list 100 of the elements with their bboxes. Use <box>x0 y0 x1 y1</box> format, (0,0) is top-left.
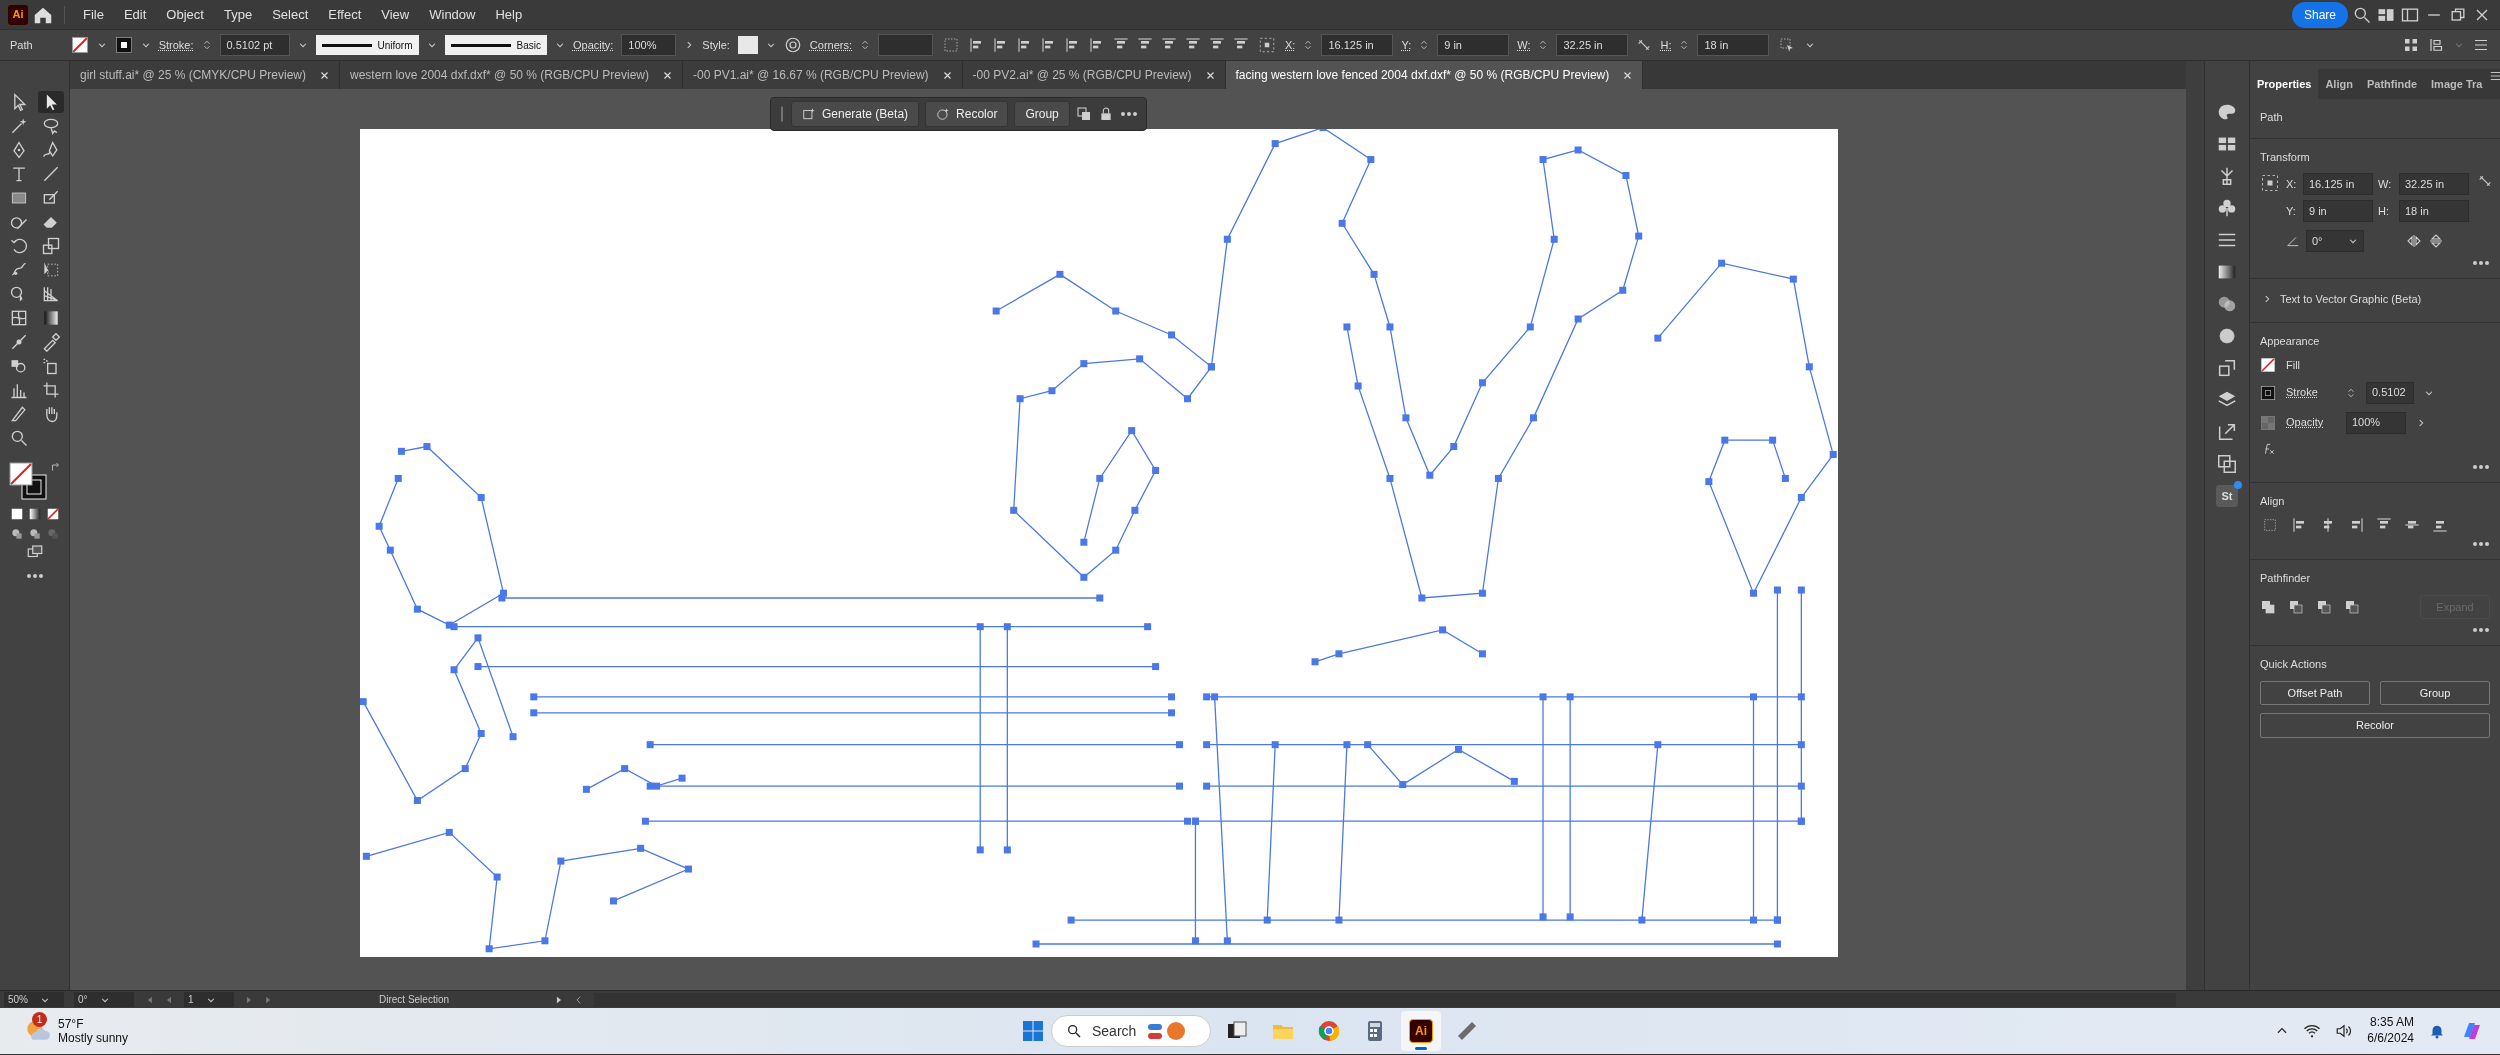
more-options-icon[interactable] <box>2472 541 2490 547</box>
menu-item[interactable]: Object <box>158 2 212 27</box>
context-button[interactable]: Recolor <box>925 101 1009 127</box>
horizontal-scrollbar[interactable] <box>594 992 2176 1007</box>
stroke-swatch-icon[interactable] <box>114 36 133 54</box>
rotate-angle-field[interactable]: 0° <box>2306 230 2364 252</box>
menu-item[interactable]: Type <box>215 2 261 27</box>
graphic-style-swatch[interactable] <box>737 36 758 54</box>
menu-item[interactable]: Select <box>264 2 317 27</box>
close-icon[interactable] <box>320 70 330 80</box>
menu-item[interactable]: File <box>75 2 112 27</box>
close-icon[interactable] <box>1623 70 1633 80</box>
x-field[interactable]: 16.125 in <box>2303 173 2373 195</box>
more-options-icon[interactable] <box>2472 463 2490 470</box>
document-tab[interactable]: -00 PV2.ai* @ 25 % (RGB/CPU Preview) <box>962 61 1226 89</box>
document-tab[interactable]: western love 2004 dxf.dxf* @ 50 % (RGB/CPU Preview) <box>340 61 683 89</box>
artboard-dropdown[interactable]: 1 <box>184 992 234 1007</box>
panel-tab[interactable]: Image Tra <box>2424 69 2490 99</box>
menu-item[interactable]: Effect <box>320 2 370 27</box>
intersect-icon[interactable] <box>2316 598 2332 615</box>
h-field[interactable]: 18 in <box>2399 200 2469 222</box>
asset-export-icon[interactable] <box>2216 357 2238 379</box>
y-field[interactable]: 9 in <box>1437 34 1510 56</box>
swap-arrows-icon[interactable] <box>49 461 62 473</box>
menu-icon[interactable] <box>2489 69 2500 83</box>
y-field[interactable]: 9 in <box>2303 200 2373 222</box>
share-button[interactable]: Share <box>2291 1 2348 28</box>
stroke-weight-field[interactable]: 0.5102 <box>2366 381 2414 404</box>
panel-tab[interactable]: Properties <box>2250 69 2319 99</box>
none-mode-icon[interactable] <box>45 507 60 521</box>
arrange-icon[interactable] <box>2402 36 2420 54</box>
fill-swatch-icon[interactable] <box>70 36 89 54</box>
unlink-icon[interactable] <box>2477 173 2493 189</box>
quick-action-button[interactable]: Recolor <box>2260 713 2490 738</box>
panel-tab[interactable]: Pathfinde <box>2359 69 2425 99</box>
gradient-mode-icon[interactable] <box>27 507 42 521</box>
flip-horizontal-icon[interactable] <box>2406 233 2422 249</box>
stroke-swatch-icon[interactable] <box>2260 384 2276 401</box>
more-options-icon[interactable] <box>2472 627 2490 633</box>
close-icon[interactable] <box>942 70 952 80</box>
width-field[interactable]: 32.25 in <box>1556 34 1629 56</box>
fill-stroke-swatch-icon[interactable] <box>7 461 48 501</box>
quick-action-button[interactable]: Offset Path <box>2260 680 2370 705</box>
stroke-weight-field[interactable]: 0.5102 pt <box>219 34 290 56</box>
height-field[interactable]: 18 in <box>1697 34 1770 56</box>
grip-icon[interactable] <box>779 105 785 123</box>
recolor-icon[interactable] <box>783 36 802 54</box>
minus-front-icon[interactable] <box>2288 598 2304 615</box>
unlink-icon[interactable] <box>1636 37 1653 53</box>
document-tab[interactable]: facing western love fenced 2004 dxf.dxf* @ 50 % (RGB/CPU Preview) <box>1225 61 1644 89</box>
windows-start-icon[interactable] <box>1021 1019 1045 1043</box>
context-button[interactable]: Generate (Beta) <box>791 101 920 127</box>
unite-icon[interactable] <box>2260 598 2276 615</box>
artboards-icon[interactable] <box>2216 453 2238 475</box>
close-icon[interactable] <box>1205 70 1215 80</box>
export-arrow-icon[interactable] <box>2216 421 2238 443</box>
brush-definition-dropdown[interactable]: Basic <box>444 35 547 55</box>
menu-item[interactable]: Help <box>487 2 531 27</box>
chevron-right-icon[interactable] <box>2416 417 2426 428</box>
exclude-icon[interactable] <box>2344 598 2360 615</box>
menu-item[interactable]: Edit <box>115 2 155 27</box>
close-icon[interactable] <box>663 70 672 80</box>
chevron-down-icon[interactable] <box>554 40 565 50</box>
wifi-icon[interactable] <box>2303 1022 2322 1040</box>
isolate-icon[interactable] <box>1075 106 1092 122</box>
opacity-field[interactable]: 100% <box>621 34 677 56</box>
opacity-field[interactable]: 100% <box>2346 411 2406 434</box>
w-field[interactable]: 32.25 in <box>2399 173 2469 195</box>
reference-point-icon[interactable] <box>2260 173 2280 193</box>
menu-item[interactable]: View <box>373 2 418 27</box>
chevron-down-icon[interactable] <box>2348 236 2358 246</box>
rotation-dropdown[interactable]: 0° <box>74 992 134 1007</box>
vertical-scrollbar[interactable] <box>2186 61 2204 990</box>
variable-width-profile-dropdown[interactable]: Uniform <box>315 35 419 55</box>
draw-normal-icon[interactable] <box>9 527 24 541</box>
chevron-down-icon[interactable] <box>1805 40 1816 50</box>
zoom-dropdown[interactable]: 50% <box>4 992 64 1007</box>
chevron-down-icon[interactable] <box>96 40 107 50</box>
more-icon[interactable] <box>1119 111 1138 117</box>
chevron-down-icon[interactable] <box>426 40 437 50</box>
chevron-down-icon[interactable] <box>140 40 151 50</box>
text-to-vector-expander[interactable]: Text to Vector Graphic (Beta) <box>2260 289 2490 310</box>
more-tools-icon[interactable] <box>25 573 44 579</box>
club-icon[interactable] <box>2216 197 2238 219</box>
chevron-down-icon[interactable] <box>297 40 308 50</box>
speaker-icon[interactable] <box>2335 1022 2354 1040</box>
more-options-icon[interactable] <box>2472 260 2490 266</box>
document-tab[interactable]: girl stuff.ai* @ 25 % (CMYK/CPU Preview) <box>70 61 341 89</box>
quick-action-button[interactable]: Group <box>2380 680 2490 705</box>
flip-vertical-icon[interactable] <box>2428 233 2444 249</box>
panel-tab[interactable]: Align <box>2318 69 2360 99</box>
clock-date[interactable]: 6/6/2024 <box>2367 1031 2414 1047</box>
color-mode-icon[interactable] <box>9 507 24 521</box>
clock-time[interactable]: 8:35 AM <box>2369 1015 2414 1031</box>
taskbar-app-button[interactable]: Ai <box>1401 1011 1441 1051</box>
corners-field[interactable] <box>878 34 934 56</box>
taskbar-search-field[interactable]: Search <box>1051 1015 1211 1047</box>
context-button[interactable]: Group <box>1014 101 1070 127</box>
chevron-down-icon[interactable] <box>765 40 776 50</box>
x-field[interactable]: 16.125 in <box>1321 34 1394 56</box>
